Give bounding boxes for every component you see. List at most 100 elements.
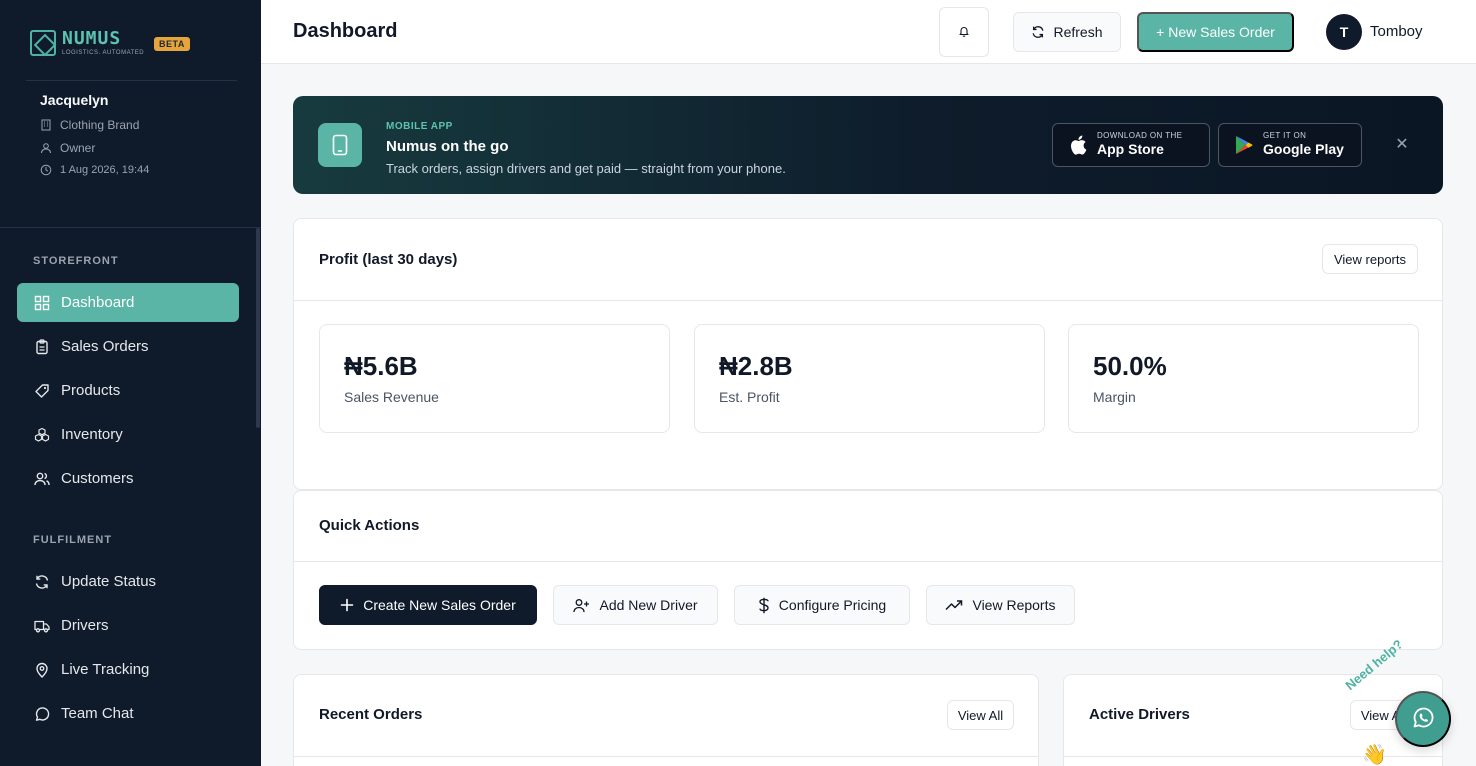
view-reports-button[interactable]: View reports [1322,244,1418,274]
user-role: Owner [60,141,96,155]
sidebar-item-label: Sales Orders [61,338,149,355]
button-label: Add New Driver [599,597,698,613]
tag-icon [33,382,51,400]
stat-label: Sales Revenue [344,389,439,405]
active-drivers-title: Active Drivers [1089,706,1190,723]
view-all-orders-button[interactable]: View All [947,700,1014,730]
quick-actions-title: Quick Actions [319,517,420,534]
divider [0,227,261,228]
sidebar-item-dashboard[interactable]: Dashboard [17,283,239,322]
dollar-icon [758,597,770,614]
app-store-button[interactable]: DOWNLOAD ON THE App Store [1052,123,1210,167]
plus-icon [340,598,354,612]
banner-eyebrow: MOBILE APP [386,121,453,132]
boxes-icon [33,426,51,444]
sidebar-item-team-chat[interactable]: Team Chat [17,694,239,733]
clock-icon [40,164,52,176]
user-icon [40,142,52,154]
banner-title: Numus on the go [386,138,509,155]
google-play-icon [1235,135,1253,155]
trending-up-icon [945,599,963,611]
stat-sales-revenue: ₦5.6B Sales Revenue [319,324,670,433]
sidebar-item-label: Inventory [61,426,123,443]
profit-card: Profit (last 30 days) View reports ₦5.6B… [293,218,1443,490]
username[interactable]: Tomboy [1370,23,1423,40]
current-datetime: 1 Aug 2026, 19:44 [60,164,150,176]
user-plus-icon [573,598,590,613]
sidebar-item-label: Update Status [61,573,157,590]
sidebar-item-label: Drivers [61,617,109,634]
banner-subtitle: Track orders, assign drivers and get pai… [386,161,786,176]
truck-icon [33,617,51,635]
mobile-app-banner: MOBILE APP Numus on the go Track orders,… [293,96,1443,194]
brand-logo[interactable]: NUMUS LOGISTICS. AUTOMATED [30,30,144,56]
section-label-fulfilment: FULFILMENT [33,534,113,546]
create-new-sales-order-button[interactable]: Create New Sales Order [319,585,537,625]
sidebar-item-inventory[interactable]: Inventory [17,415,239,454]
add-new-driver-button[interactable]: Add New Driver [553,585,718,625]
avatar[interactable]: T [1326,14,1362,50]
sidebar-item-label: Live Tracking [61,661,150,678]
sidebar: NUMUS LOGISTICS. AUTOMATED BETA Jacquely… [0,0,261,766]
button-label: Configure Pricing [778,597,887,613]
datetime-line: 1 Aug 2026, 19:44 [40,164,149,176]
stat-value: 50.0% [1093,351,1167,381]
map-pin-icon [33,661,51,679]
configure-pricing-button[interactable]: Configure Pricing [734,585,910,625]
divider [26,80,237,81]
recent-orders-title: Recent Orders [319,706,423,723]
button-label: View Reports [972,597,1056,613]
page-title: Dashboard [293,20,398,42]
grid-icon [33,294,51,312]
divider [294,561,1442,562]
top-header: Dashboard Refresh + New Sales Order T To… [261,0,1476,64]
google-play-big: Google Play [1263,141,1344,158]
app-store-big: App Store [1097,141,1164,158]
stat-margin: 50.0% Margin [1068,324,1419,433]
sidebar-item-live-tracking[interactable]: Live Tracking [17,650,239,689]
divider [294,756,1038,757]
stat-value: ₦5.6B [344,351,418,381]
profit-title: Profit (last 30 days) [319,251,458,268]
view-reports-quick-button[interactable]: View Reports [926,585,1075,625]
sidebar-item-customers[interactable]: Customers [17,459,239,498]
google-play-button[interactable]: GET IT ON Google Play [1218,123,1362,167]
sidebar-item-label: Dashboard [61,294,135,311]
app-store-small: DOWNLOAD ON THE [1097,131,1183,141]
chat-icon [33,705,51,723]
sidebar-item-sales-orders[interactable]: Sales Orders [17,327,239,366]
recent-orders-card: Recent Orders View All [293,674,1039,766]
sidebar-item-drivers[interactable]: Drivers [17,606,239,645]
stat-est-profit: ₦2.8B Est. Profit [694,324,1045,433]
sidebar-item-products[interactable]: Products [17,371,239,410]
brand-tagline: LOGISTICS. AUTOMATED [62,50,145,56]
clipboard-icon [33,338,51,356]
business-name: Clothing Brand [60,118,140,132]
bell-icon [958,25,970,40]
button-label: Create New Sales Order [363,597,516,613]
whatsapp-icon [1411,706,1435,733]
sidebar-item-label: Team Chat [61,705,134,722]
refresh-button[interactable]: Refresh [1013,12,1121,52]
close-icon[interactable]: ✕ [1394,136,1410,153]
business-line: Clothing Brand [40,118,149,132]
new-sales-order-button[interactable]: + New Sales Order [1137,12,1294,52]
brand-name: NUMUS [62,28,122,49]
sidebar-scrollbar[interactable] [256,228,260,428]
stat-label: Est. Profit [719,389,780,405]
sidebar-item-label: Products [61,382,121,399]
building-icon [40,119,52,131]
section-label-storefront: STOREFRONT [33,255,119,267]
notifications-button[interactable] [939,7,989,57]
users-icon [33,470,51,488]
refresh-label: Refresh [1053,24,1103,40]
whatsapp-help-button[interactable] [1395,691,1451,747]
quick-actions-card: Quick Actions Create New Sales Order Add… [293,490,1443,650]
google-play-small: GET IT ON [1263,131,1307,141]
sidebar-item-update-status[interactable]: Update Status [17,562,239,601]
beta-badge: BETA [154,37,190,51]
box-icon [30,30,56,56]
refresh-icon [33,573,51,591]
apple-icon [1069,135,1087,155]
stat-label: Margin [1093,389,1136,405]
